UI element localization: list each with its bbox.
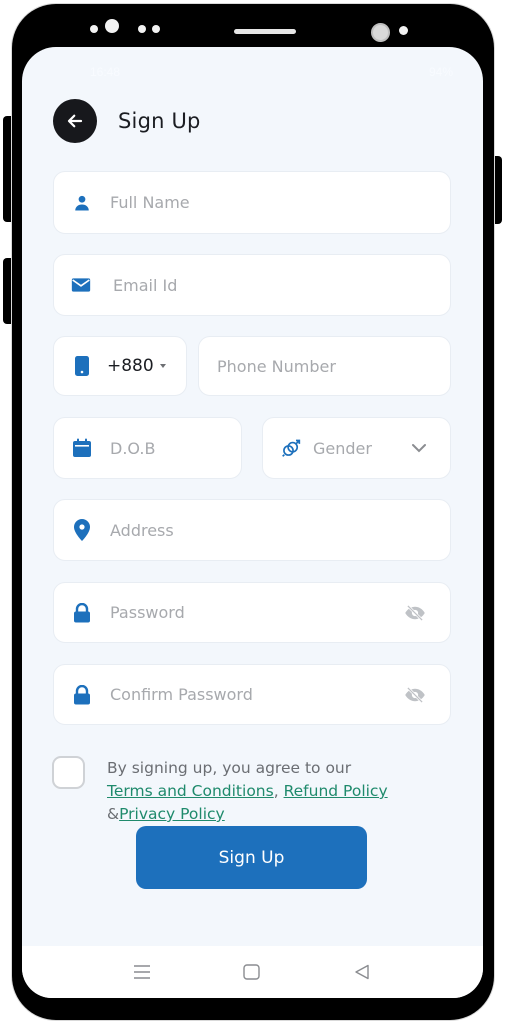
agreement-comma: , — [273, 782, 284, 800]
status-time: 16:48 — [90, 65, 121, 79]
earpiece-speaker — [234, 29, 296, 34]
calendar-icon — [72, 438, 92, 458]
eye-off-icon[interactable] — [404, 686, 426, 703]
full-name-input[interactable]: Full Name — [53, 171, 451, 234]
email-input[interactable]: Email Id — [53, 254, 451, 316]
address-placeholder: Address — [110, 520, 174, 540]
gender-placeholder: Gender — [313, 438, 372, 458]
sensor-dot — [399, 26, 408, 35]
gender-select[interactable]: Gender — [262, 417, 451, 479]
envelope-icon — [71, 275, 91, 295]
sensor-dot — [152, 25, 160, 33]
person-icon — [72, 193, 92, 213]
sign-up-button[interactable]: Sign Up — [136, 826, 367, 889]
terms-link[interactable]: Terms and Conditions — [107, 782, 274, 800]
confirm-password-placeholder: Confirm Password — [110, 685, 253, 704]
phone-top-bezel — [12, 4, 494, 48]
password-input[interactable]: Password — [53, 582, 451, 643]
sensor-dot — [105, 19, 119, 33]
caret-down-icon — [159, 364, 166, 368]
system-nav-bar — [22, 946, 483, 998]
arrow-left-icon — [67, 114, 83, 128]
agreement-prefix: By signing up, you agree to our — [107, 759, 352, 777]
email-placeholder: Email Id — [113, 275, 178, 295]
full-name-placeholder: Full Name — [110, 193, 190, 212]
dob-input[interactable]: D.O.B — [53, 417, 242, 479]
gender-icon — [281, 438, 301, 458]
eye-off-icon[interactable] — [404, 604, 426, 621]
refund-policy-link[interactable]: Refund Policy — [284, 782, 388, 800]
sensor-dot — [138, 25, 146, 33]
page-title: Sign Up — [118, 109, 201, 133]
sensor-dot — [90, 25, 98, 33]
confirm-password-input[interactable]: Confirm Password — [53, 664, 451, 725]
back-triangle-icon[interactable] — [350, 960, 374, 984]
address-input[interactable]: Address — [53, 499, 451, 561]
password-placeholder: Password — [110, 603, 185, 622]
menu-icon[interactable] — [130, 960, 154, 984]
back-button[interactable] — [53, 99, 97, 143]
phone-placeholder: Phone Number — [217, 356, 336, 376]
dob-placeholder: D.O.B — [110, 438, 156, 458]
country-code-select[interactable]: +880 — [53, 336, 187, 396]
location-pin-icon — [72, 519, 92, 541]
country-code-value: +880 — [107, 356, 154, 376]
agreement-ampersand: & — [107, 805, 120, 823]
chevron-down-icon — [412, 443, 426, 453]
front-camera — [371, 23, 390, 42]
lock-icon — [72, 684, 92, 705]
lock-icon — [72, 602, 92, 623]
privacy-policy-link[interactable]: Privacy Policy — [119, 805, 225, 823]
agreement-text: By signing up, you agree to our Terms an… — [107, 757, 467, 826]
phone-number-input[interactable]: Phone Number — [198, 336, 451, 396]
smartphone-icon — [72, 356, 92, 376]
page-header: Sign Up — [53, 99, 201, 143]
home-square-icon[interactable] — [239, 960, 263, 984]
agree-checkbox[interactable] — [52, 756, 85, 789]
status-battery: 94% — [428, 65, 453, 79]
app-screen: 16:48 94% Sign Up Full Name Email Id +88… — [22, 47, 483, 998]
status-bar: 16:48 94% — [22, 61, 483, 83]
